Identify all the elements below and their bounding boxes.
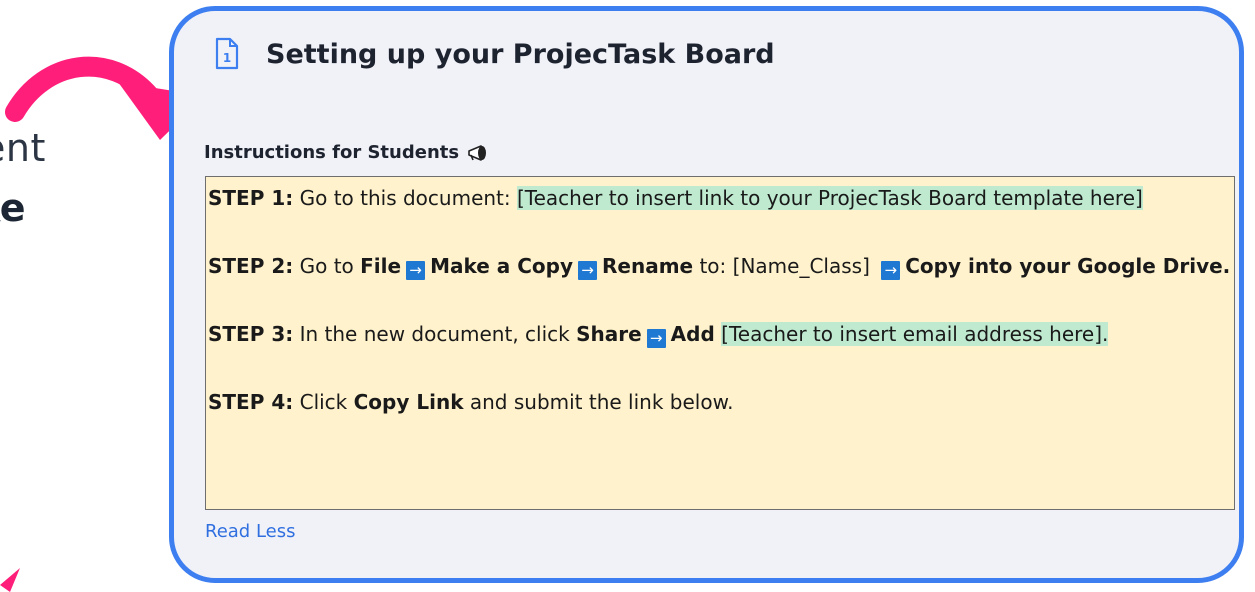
step-4: STEP 4: Click Copy Link and submit the l… xyxy=(208,385,1232,419)
step-1-label: STEP 1: xyxy=(208,186,294,210)
svg-text:1: 1 xyxy=(223,51,231,65)
step-2-rename: Rename xyxy=(602,254,694,278)
card-title: Setting up your ProjecTask Board xyxy=(266,38,775,70)
step-1: STEP 1: Go to this document: [Teacher to… xyxy=(208,181,1232,215)
step-2-file: File xyxy=(360,254,402,278)
step-2: STEP 2: Go to File → Make a Copy → Rename to… xyxy=(208,249,1232,283)
step-4-copy-link: Copy Link xyxy=(353,390,464,414)
step-4-label: STEP 4: xyxy=(208,390,294,414)
step-4-rest: and submit the link below. xyxy=(463,390,734,414)
partial-side-text-1: ent xyxy=(0,126,46,170)
step-3-label: STEP 3: xyxy=(208,322,294,346)
assignment-card: 1 Setting up your ProjecTask Board Instr… xyxy=(169,6,1244,583)
card-header: 1 Setting up your ProjecTask Board xyxy=(214,37,775,71)
step-2-label: STEP 2: xyxy=(208,254,294,278)
step-2-to: to: [Name_Class] xyxy=(693,254,877,278)
read-less-link[interactable]: Read Less xyxy=(205,521,296,542)
step-1-text: Go to this document: xyxy=(293,186,517,210)
steps-box: STEP 1: Go to this document: [Teacher to… xyxy=(205,176,1235,510)
step-3-share: Share xyxy=(576,322,642,346)
step-4-click: Click xyxy=(293,390,354,414)
right-arrow-icon: → xyxy=(578,261,597,280)
instructions-heading: Instructions for Students xyxy=(204,142,489,163)
step-1-highlight: [Teacher to insert link to your ProjecTa… xyxy=(517,186,1143,210)
step-3-add: Add xyxy=(670,322,715,346)
right-arrow-icon: → xyxy=(646,329,666,348)
step-3-highlight: [Teacher to insert email address here]. xyxy=(721,322,1109,346)
partial-side-text-2: ke xyxy=(0,186,27,230)
megaphone-icon xyxy=(467,144,489,162)
step-2-copy-drive: Copy into your Google Drive. xyxy=(905,254,1231,278)
right-arrow-icon: → xyxy=(881,261,901,280)
right-arrow-icon: → xyxy=(406,261,426,280)
step-2-go: Go to xyxy=(293,254,361,278)
document-1-icon: 1 xyxy=(214,37,240,71)
instructions-heading-text: Instructions for Students xyxy=(204,142,460,163)
step-2-make-copy: Make a Copy xyxy=(430,254,573,278)
step-3: STEP 3: In the new document, click Share… xyxy=(208,317,1232,351)
step-3-text: In the new document, click xyxy=(293,322,577,346)
